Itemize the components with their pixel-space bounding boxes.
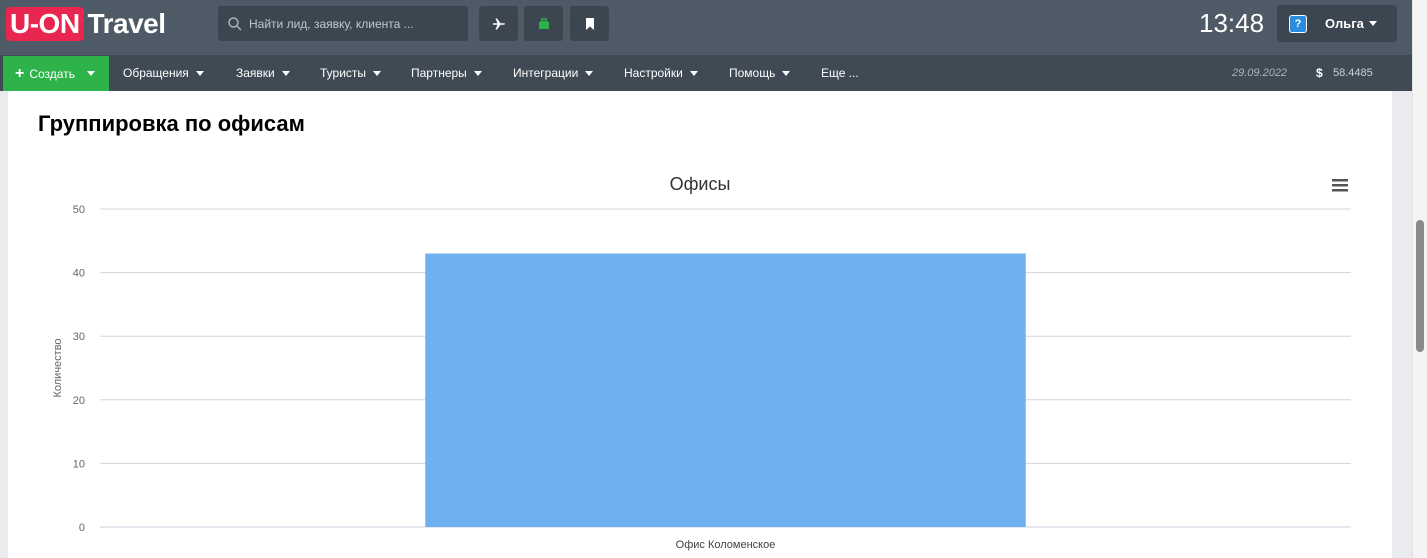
search-box[interactable]	[218, 6, 468, 41]
flights-button[interactable]	[479, 6, 518, 41]
nav-item-tourists[interactable]: Туристы	[320, 66, 382, 80]
bag-button[interactable]	[524, 6, 563, 41]
search-icon	[228, 16, 242, 31]
airplane-icon	[492, 18, 505, 29]
nav-item-label: Партнеры	[411, 66, 467, 80]
y-tick-label: 20	[73, 395, 85, 407]
create-button-label: Создать	[29, 66, 75, 81]
nav-item-more[interactable]: Еще ...	[821, 66, 859, 80]
x-tick-label: Офис Коломенское	[676, 539, 776, 551]
user-name: Ольга	[1325, 16, 1364, 31]
chevron-down-icon	[86, 71, 95, 76]
nav-item-label: Заявки	[236, 66, 275, 80]
chart-title: Офисы	[670, 174, 731, 194]
briefcase-icon	[538, 17, 549, 29]
chevron-down-icon	[689, 71, 698, 77]
search-input[interactable]	[249, 16, 449, 31]
bookmark-icon	[585, 17, 594, 30]
current-date: 29.09.2022	[1232, 67, 1288, 79]
nav-item-label: Еще ...	[821, 66, 859, 80]
bar-chart: 0 10 20 30 40 50 Офис Коломенское Офисы Количе…	[52, 174, 1351, 551]
chart-menu-icon[interactable]	[1332, 179, 1348, 192]
chevron-down-icon	[281, 71, 290, 77]
user-menu[interactable]: ? Ольга	[1277, 5, 1397, 42]
clock: 13:48	[1199, 8, 1265, 38]
y-tick-label: 10	[73, 458, 85, 470]
nav-item-requests[interactable]: Обращения	[123, 66, 204, 80]
nav-item-orders[interactable]: Заявки	[236, 66, 290, 80]
y-tick-label: 50	[73, 204, 85, 216]
chevron-down-icon	[585, 71, 594, 77]
logo[interactable]: U-ON Travel	[6, 7, 166, 41]
chevron-down-icon	[373, 71, 382, 77]
nav-item-help[interactable]: Помощь	[729, 66, 791, 80]
nav-item-partners[interactable]: Партнеры	[411, 66, 482, 80]
currency-symbol: $	[1316, 66, 1323, 80]
scroll-thumb[interactable]	[1416, 220, 1424, 352]
bar[interactable]	[425, 253, 1026, 527]
y-axis-title: Количество	[52, 338, 64, 397]
y-tick-label: 0	[79, 522, 85, 534]
bookmark-button[interactable]	[570, 6, 609, 41]
y-tick-label: 30	[73, 331, 85, 343]
plus-icon: +	[15, 64, 25, 82]
nav-item-label: Помощь	[729, 66, 776, 80]
logo-badge: U-ON	[6, 7, 84, 41]
y-tick-label: 40	[73, 268, 85, 280]
nav-item-label: Обращения	[123, 66, 189, 80]
nav-item-label: Настройки	[624, 66, 683, 80]
top-bar: U-ON Travel 13:48 ? Ольга	[0, 0, 1412, 55]
chevron-down-icon	[1368, 21, 1377, 26]
nav-item-label: Туристы	[320, 66, 367, 80]
chevron-down-icon	[782, 71, 791, 77]
chevron-down-icon	[473, 71, 482, 77]
create-button[interactable]: + Создать	[3, 56, 109, 91]
logo-text: Travel	[87, 8, 166, 39]
main-nav: + Создать Обращения Заявки Туристы Партн…	[0, 55, 1412, 91]
nav-item-settings[interactable]: Настройки	[624, 66, 698, 80]
chevron-down-icon	[195, 71, 204, 77]
help-icon[interactable]: ?	[1289, 14, 1307, 33]
page-scrollbar[interactable]	[1412, 0, 1427, 558]
nav-item-integrations[interactable]: Интеграции	[513, 66, 594, 80]
nav-item-label: Интеграции	[513, 66, 579, 80]
exchange-rate: 58.4485	[1333, 67, 1373, 79]
content-card: Группировка по офисам 0 10 20 30 40 50 Офис Ко…	[8, 91, 1392, 558]
